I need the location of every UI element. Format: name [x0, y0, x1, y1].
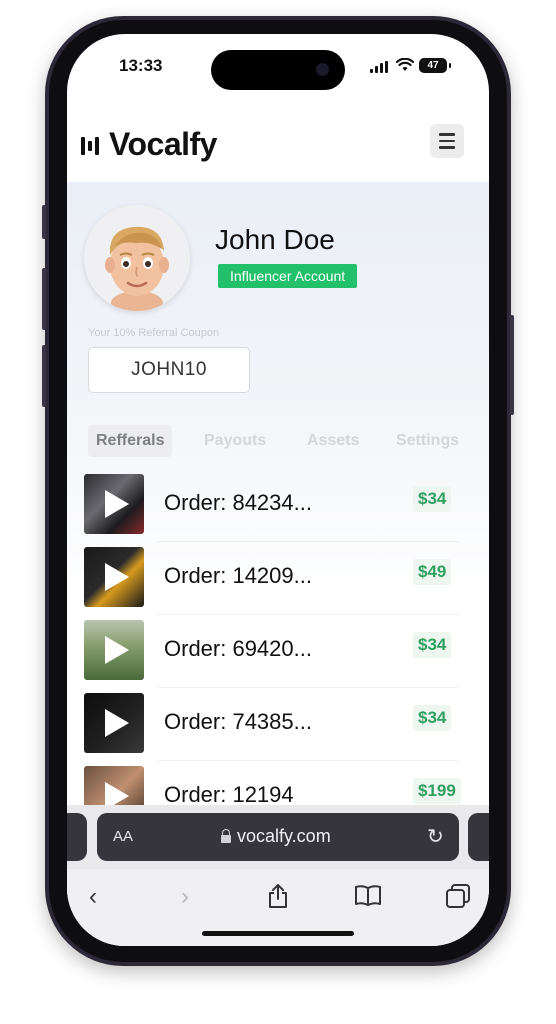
order-label: Order: 69420...: [164, 636, 312, 661]
tab-assets[interactable]: Assets: [307, 425, 359, 457]
power-button: [510, 315, 514, 415]
dynamic-island: [211, 50, 345, 90]
avatar: [84, 205, 190, 311]
lock-icon: [221, 829, 231, 843]
order-price: $199: [413, 778, 461, 804]
volume-up-button: [42, 268, 46, 330]
order-thumbnail: [84, 547, 144, 607]
order-price: $34: [413, 705, 452, 731]
wifi-icon: [395, 57, 415, 76]
memoji-avatar-icon: [84, 205, 190, 311]
order-thumbnail: [84, 693, 144, 753]
tabs-icon[interactable]: [445, 883, 471, 916]
order-price: $34: [413, 486, 452, 512]
list-item[interactable]: Order: 14209... $49: [67, 543, 489, 615]
signal-icon: [370, 61, 390, 73]
play-icon: [105, 490, 129, 518]
text-size-button[interactable]: AA: [113, 828, 133, 845]
bookmarks-icon[interactable]: [354, 883, 382, 914]
order-price: $34: [413, 632, 452, 658]
order-thumbnail: [84, 474, 144, 534]
volume-down-button: [42, 345, 46, 407]
logo-text: Vocalfy: [109, 126, 217, 162]
play-icon: [105, 709, 129, 737]
account-type-badge: Influencer Account: [218, 264, 358, 288]
back-icon[interactable]: ‹: [89, 883, 97, 911]
phone-screen: 13:33 47 Vocalfy John Doe Influencer Acc…: [67, 34, 489, 946]
tab-settings[interactable]: Settings: [396, 425, 459, 457]
status-time: 13:33: [119, 56, 163, 75]
coupon-code-field[interactable]: JOHN10: [88, 347, 250, 393]
logo-bars-icon: [81, 133, 107, 157]
home-indicator: [202, 931, 354, 936]
order-label: Order: 74385...: [164, 709, 312, 734]
tab-referrals[interactable]: Refferals: [88, 425, 173, 457]
order-price: $49: [413, 559, 452, 585]
forward-icon[interactable]: ›: [181, 883, 189, 911]
browser-address-bar: AA vocalfy.com ↻: [67, 805, 489, 869]
play-icon: [105, 636, 129, 664]
list-item[interactable]: Order: 74385... $34: [67, 689, 489, 761]
hamburger-menu-button[interactable]: [430, 124, 464, 158]
coupon-label: Your 10% Referral Coupon: [88, 327, 220, 339]
list-item[interactable]: Order: 84234... $34: [67, 470, 489, 542]
reload-icon[interactable]: ↻: [427, 824, 444, 849]
account-tabs: Refferals Payouts Assets Settings: [88, 425, 478, 457]
tab-payouts[interactable]: Payouts: [204, 425, 266, 457]
play-icon: [105, 563, 129, 591]
battery-icon: 47: [419, 58, 451, 73]
previous-tab-preview[interactable]: [67, 813, 87, 861]
order-thumbnail: [84, 620, 144, 680]
order-label: Order: 14209...: [164, 563, 312, 588]
vocalfy-logo[interactable]: Vocalfy: [81, 126, 217, 163]
next-tab-preview[interactable]: [468, 813, 489, 861]
list-item[interactable]: Order: 69420... $34: [67, 616, 489, 688]
action-button: [42, 205, 46, 239]
share-icon[interactable]: [267, 883, 289, 916]
status-bar: 13:33 47: [67, 34, 489, 104]
order-label: Order: 84234...: [164, 490, 312, 515]
url-field[interactable]: AA vocalfy.com ↻: [97, 813, 459, 861]
url-text: vocalfy.com: [237, 826, 331, 846]
site-header: Vocalfy: [67, 104, 489, 182]
profile-name: John Doe: [215, 224, 335, 255]
